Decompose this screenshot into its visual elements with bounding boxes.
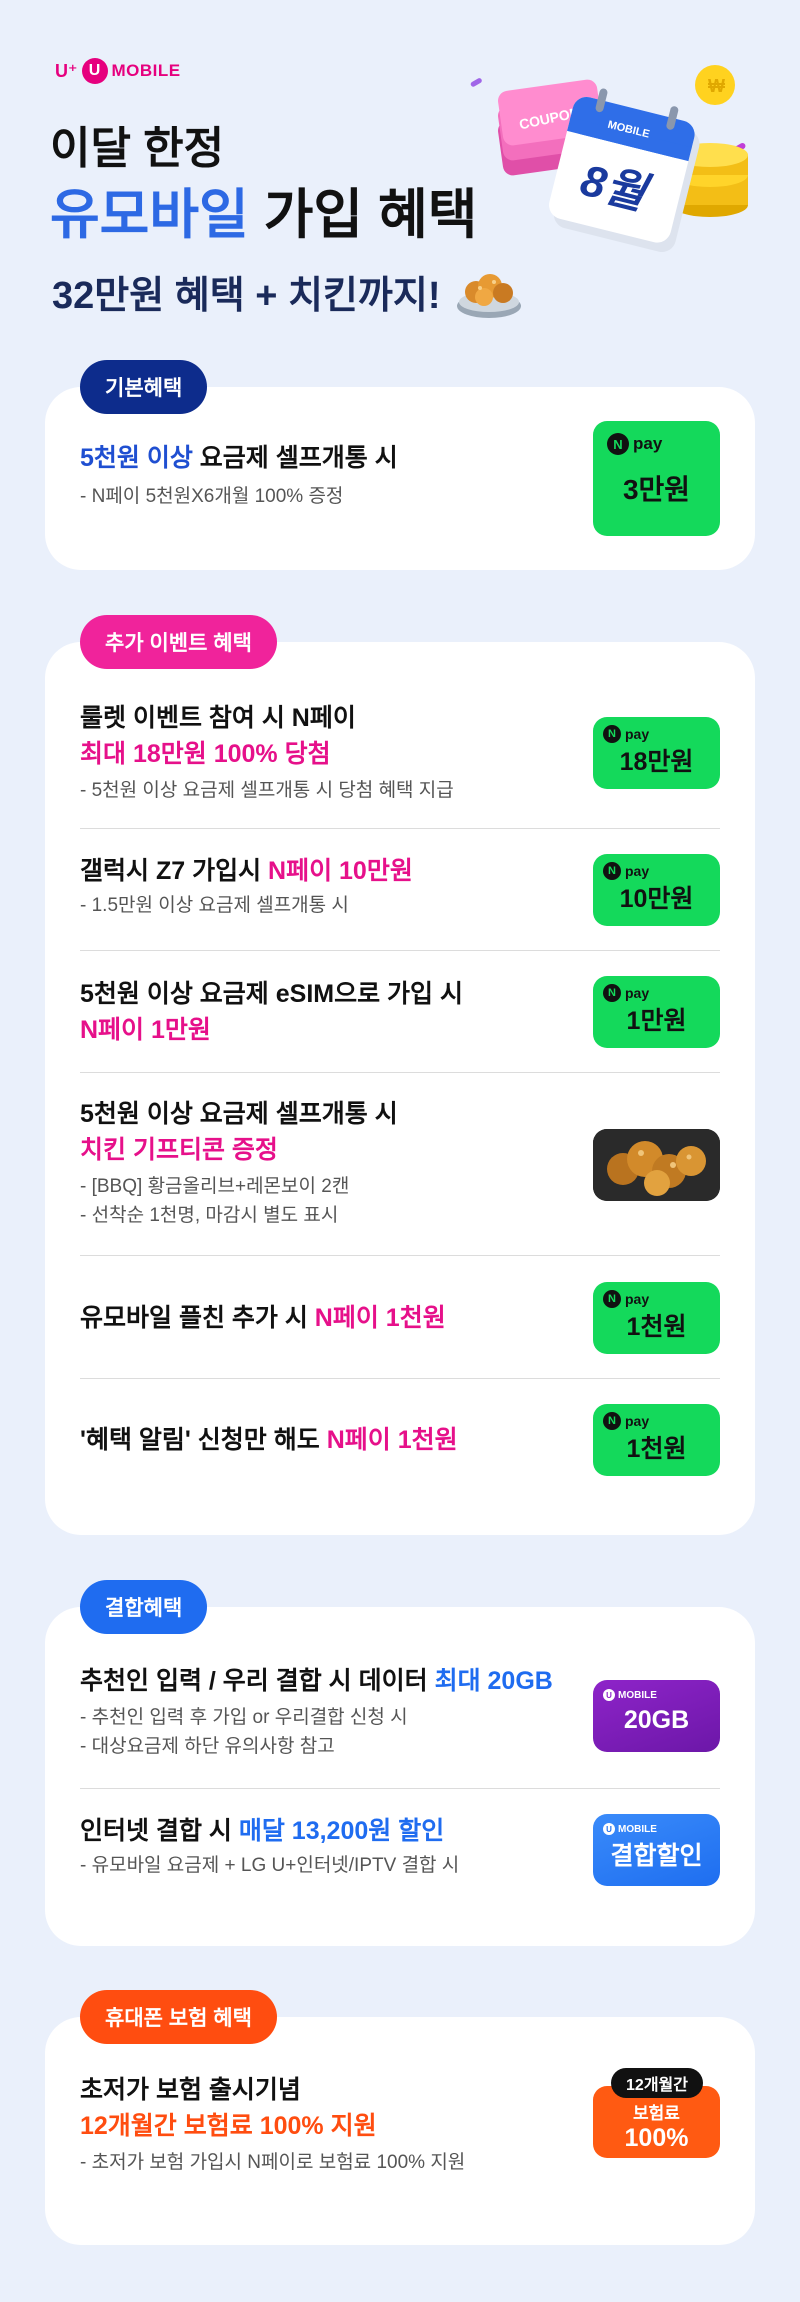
divider xyxy=(80,1378,720,1379)
svg-text:₩: ₩ xyxy=(708,76,725,96)
chicken-photo xyxy=(593,1129,720,1201)
npay-logo-icon: Npay xyxy=(603,862,649,880)
npay-amount: 1천원 xyxy=(626,1435,687,1463)
npay-amount: 10만원 xyxy=(619,885,694,913)
npay-amount: 18만원 xyxy=(619,748,694,776)
page: U⁺ U MOBILE 이달 한정 유모바일 가입 혜택 32만원 혜택 + 치… xyxy=(0,0,800,2302)
combo-benefit-pill: 결합혜택 xyxy=(80,1580,208,1634)
badge-amount: 20GB xyxy=(623,1705,690,1734)
extra-benefit-pill: 추가 이벤트 혜택 xyxy=(80,615,277,669)
npay-badge: Npay 1천원 xyxy=(593,1282,720,1354)
extra-item-sub: - 선착순 1천명, 마감시 별도 표시 xyxy=(80,1205,339,1226)
combo-benefit-section: 결합혜택 추천인 입력 / 우리 결합 시 데이터 최대 20GB - 추천인 … xyxy=(45,1580,755,1946)
hero-subtitle: 32만원 혜택 + 치킨까지! xyxy=(52,262,524,320)
divider xyxy=(80,1072,720,1073)
deco-dash-icon xyxy=(470,78,482,87)
npay-amount: 1만원 xyxy=(626,1007,687,1035)
basic-benefit-title-rest: 요금제 셀프개통 시 xyxy=(192,444,398,472)
badge-amount: 결합할인 xyxy=(610,1842,703,1870)
insurance-box-value: 100% xyxy=(624,2124,689,2152)
basic-benefit-title-highlight: 5천원 이상 xyxy=(80,444,193,472)
brand-logo[interactable]: U⁺ U MOBILE xyxy=(55,58,181,84)
logo-u: U⁺ xyxy=(55,60,78,81)
insurance-period-tag: 12개월간 xyxy=(611,2068,703,2098)
umobile-logo-icon: U MOBILE xyxy=(603,1689,657,1701)
npay-badge: Npay 1천원 xyxy=(593,1404,720,1476)
npay-logo-icon: Npay xyxy=(603,1412,649,1430)
insurance-benefit-section: 휴대폰 보험 혜택 초저가 보험 출시기념 12개월간 보험료 100% 지원 … xyxy=(45,1990,755,2245)
data-20gb-badge: U MOBILE 20GB xyxy=(593,1680,720,1752)
logo-mobile: MOBILE xyxy=(111,61,181,80)
hero-title-line2: 유모바일 가입 혜택 xyxy=(50,170,477,249)
npay-badge: Npay 10만원 xyxy=(593,854,720,926)
divider xyxy=(80,950,720,951)
npay-logo-icon: Npay xyxy=(607,433,662,455)
npay-logo-icon: Npay xyxy=(603,725,649,743)
basic-benefit-pill: 기본혜택 xyxy=(80,360,208,414)
logo-circle: U xyxy=(81,58,108,84)
hero-title-rest: 가입 혜택 xyxy=(263,185,478,245)
extra-item-title: 5천원 이상 요금제 셀프개통 시 xyxy=(80,1100,398,1128)
divider xyxy=(80,1255,720,1256)
divider xyxy=(80,1788,720,1789)
fried-chicken-icon xyxy=(593,1129,720,1201)
npay-badge: Npay 3만원 xyxy=(593,421,720,536)
hero-title-brand: 유모바일 xyxy=(50,185,249,245)
insurance-badge: 12개월간 보험료 100% xyxy=(593,2068,720,2160)
combo-discount-badge: U MOBILE 결합할인 xyxy=(593,1814,720,1886)
npay-badge: Npay 18만원 xyxy=(593,717,720,789)
insurance-box-label: 보험료 xyxy=(633,2104,680,2123)
npay-logo-icon: Npay xyxy=(603,1290,649,1308)
insurance-benefit-pill: 휴대폰 보험 혜택 xyxy=(80,1990,277,2044)
combo-benefit-card xyxy=(45,1607,755,1946)
extra-benefit-section: 추가 이벤트 혜택 룰렛 이벤트 참여 시 N페이 최대 18만원 100% 당… xyxy=(45,615,755,1535)
hero-subtitle-text: 32만원 혜택 + 치킨까지! xyxy=(52,274,441,317)
npay-logo-icon: Npay xyxy=(603,984,649,1002)
npay-amount: 1천원 xyxy=(626,1313,687,1341)
divider xyxy=(80,828,720,829)
hero-title-line1: 이달 한정 xyxy=(50,124,225,173)
umobile-logo-icon: U MOBILE xyxy=(603,1823,657,1835)
npay-amount: 3만원 xyxy=(622,473,691,505)
basic-benefit-section: 기본혜택 5천원 이상 요금제 셀프개통 시 - N페이 5천원X6개월 100… xyxy=(45,360,755,570)
hero-illustration: COUPON ₩ MOBILE 8월 xyxy=(470,65,748,253)
hero: U⁺ U MOBILE 이달 한정 유모바일 가입 혜택 32만원 혜택 + 치… xyxy=(0,0,800,340)
npay-badge: Npay 1만원 xyxy=(593,976,720,1048)
